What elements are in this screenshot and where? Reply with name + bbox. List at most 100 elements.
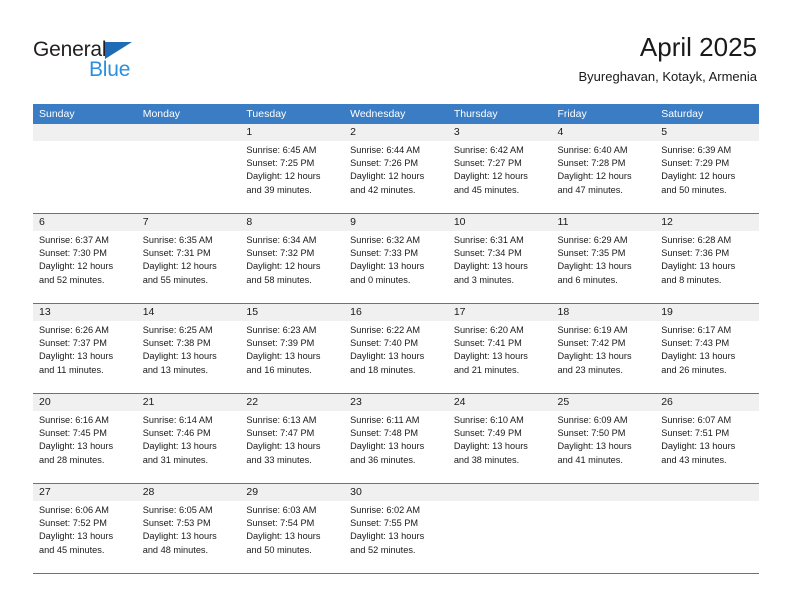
sunrise-text: Sunrise: 6:09 AM: [557, 415, 628, 425]
day-number[interactable]: 22: [240, 394, 344, 411]
day-number[interactable]: 14: [137, 304, 241, 321]
day-cell[interactable]: Sunrise: 6:10 AM Sunset: 7:49 PM Dayligh…: [448, 411, 552, 483]
daylight-text-line1: Daylight: 13 hours: [557, 351, 632, 362]
day-number[interactable]: [552, 484, 656, 501]
sunrise-text: Sunrise: 6:40 AM: [557, 145, 628, 155]
day-cell[interactable]: Sunrise: 6:20 AM Sunset: 7:41 PM Dayligh…: [448, 321, 552, 393]
day-cell[interactable]: Sunrise: 6:11 AM Sunset: 7:48 PM Dayligh…: [344, 411, 448, 483]
day-cell[interactable]: [448, 501, 552, 573]
daylight-text-line2: and 8 minutes.: [661, 274, 722, 285]
day-cell[interactable]: Sunrise: 6:45 AM Sunset: 7:25 PM Dayligh…: [240, 141, 344, 213]
day-number[interactable]: [655, 484, 759, 501]
sunrise-text: Sunrise: 6:02 AM: [350, 505, 421, 515]
sunrise-text: Sunrise: 6:35 AM: [142, 235, 213, 245]
day-cell[interactable]: Sunrise: 6:19 AM Sunset: 7:42 PM Dayligh…: [552, 321, 656, 393]
day-cell[interactable]: Sunrise: 6:35 AM Sunset: 7:31 PM Dayligh…: [137, 231, 241, 303]
general-blue-logo[interactable]: General Blue: [33, 38, 163, 84]
daylight-text-line1: Daylight: 13 hours: [557, 441, 632, 452]
day-number[interactable]: 4: [552, 124, 656, 141]
day-number[interactable]: 20: [33, 394, 137, 411]
day-number[interactable]: 7: [137, 214, 241, 231]
sunset-text: Sunset: 7:49 PM: [453, 428, 522, 439]
day-cell[interactable]: Sunrise: 6:13 AM Sunset: 7:47 PM Dayligh…: [240, 411, 344, 483]
day-cell[interactable]: Sunrise: 6:14 AM Sunset: 7:46 PM Dayligh…: [137, 411, 241, 483]
day-cell[interactable]: Sunrise: 6:16 AM Sunset: 7:45 PM Dayligh…: [33, 411, 137, 483]
day-number[interactable]: 29: [240, 484, 344, 501]
sunrise-text: Sunrise: 6:03 AM: [246, 505, 317, 515]
day-number[interactable]: 25: [552, 394, 656, 411]
day-number[interactable]: 13: [33, 304, 137, 321]
sunset-text: Sunset: 7:54 PM: [246, 518, 315, 529]
day-number[interactable]: 24: [448, 394, 552, 411]
day-cell[interactable]: [137, 141, 241, 213]
week-daynumber-strip: 20 21 22 23 24 25 26: [33, 394, 759, 411]
daylight-text-line1: Daylight: 13 hours: [39, 531, 114, 542]
day-cell[interactable]: Sunrise: 6:34 AM Sunset: 7:32 PM Dayligh…: [240, 231, 344, 303]
sunrise-text: Sunrise: 6:22 AM: [350, 325, 421, 335]
day-number[interactable]: 6: [33, 214, 137, 231]
day-cell[interactable]: [33, 141, 137, 213]
daylight-text-line1: Daylight: 12 hours: [557, 171, 632, 182]
day-number[interactable]: 2: [344, 124, 448, 141]
day-cell[interactable]: Sunrise: 6:37 AM Sunset: 7:30 PM Dayligh…: [33, 231, 137, 303]
day-number[interactable]: 28: [137, 484, 241, 501]
day-cell[interactable]: Sunrise: 6:44 AM Sunset: 7:26 PM Dayligh…: [344, 141, 448, 213]
day-number[interactable]: 15: [240, 304, 344, 321]
day-number[interactable]: 16: [344, 304, 448, 321]
day-number[interactable]: [137, 124, 241, 141]
sunset-text: Sunset: 7:33 PM: [350, 248, 419, 259]
day-number[interactable]: 8: [240, 214, 344, 231]
day-cell[interactable]: Sunrise: 6:07 AM Sunset: 7:51 PM Dayligh…: [655, 411, 759, 483]
day-cell[interactable]: Sunrise: 6:28 AM Sunset: 7:36 PM Dayligh…: [655, 231, 759, 303]
day-cell[interactable]: Sunrise: 6:31 AM Sunset: 7:34 PM Dayligh…: [448, 231, 552, 303]
day-cell[interactable]: Sunrise: 6:03 AM Sunset: 7:54 PM Dayligh…: [240, 501, 344, 573]
day-cell[interactable]: Sunrise: 6:39 AM Sunset: 7:29 PM Dayligh…: [655, 141, 759, 213]
day-cell[interactable]: Sunrise: 6:32 AM Sunset: 7:33 PM Dayligh…: [344, 231, 448, 303]
sunrise-text: Sunrise: 6:29 AM: [557, 235, 628, 245]
day-number[interactable]: 27: [33, 484, 137, 501]
day-number[interactable]: 23: [344, 394, 448, 411]
sunrise-text: Sunrise: 6:20 AM: [453, 325, 524, 335]
day-number[interactable]: 26: [655, 394, 759, 411]
day-number[interactable]: 5: [655, 124, 759, 141]
day-number[interactable]: 21: [137, 394, 241, 411]
day-cell[interactable]: Sunrise: 6:09 AM Sunset: 7:50 PM Dayligh…: [552, 411, 656, 483]
day-number[interactable]: 9: [344, 214, 448, 231]
daylight-text-line1: Daylight: 12 hours: [246, 261, 321, 272]
daylight-text-line1: Daylight: 12 hours: [661, 171, 736, 182]
daylight-text-line2: and 28 minutes.: [39, 454, 105, 465]
day-cell[interactable]: [552, 501, 656, 573]
day-number[interactable]: 10: [448, 214, 552, 231]
week-info-strip: Sunrise: 6:45 AM Sunset: 7:25 PM Dayligh…: [33, 141, 759, 213]
day-number[interactable]: 11: [552, 214, 656, 231]
day-number[interactable]: [448, 484, 552, 501]
day-number[interactable]: 19: [655, 304, 759, 321]
day-number[interactable]: 3: [448, 124, 552, 141]
day-cell[interactable]: Sunrise: 6:05 AM Sunset: 7:53 PM Dayligh…: [137, 501, 241, 573]
day-number[interactable]: 18: [552, 304, 656, 321]
day-cell[interactable]: Sunrise: 6:42 AM Sunset: 7:27 PM Dayligh…: [448, 141, 552, 213]
day-cell[interactable]: [655, 501, 759, 573]
daylight-text-line2: and 45 minutes.: [39, 544, 105, 555]
day-number[interactable]: 30: [344, 484, 448, 501]
daylight-text-line2: and 50 minutes.: [661, 184, 727, 195]
sunrise-text: Sunrise: 6:25 AM: [142, 325, 213, 335]
day-cell[interactable]: Sunrise: 6:23 AM Sunset: 7:39 PM Dayligh…: [240, 321, 344, 393]
day-number[interactable]: [33, 124, 137, 141]
day-number[interactable]: 12: [655, 214, 759, 231]
day-cell[interactable]: Sunrise: 6:25 AM Sunset: 7:38 PM Dayligh…: [137, 321, 241, 393]
sunset-text: Sunset: 7:25 PM: [246, 158, 315, 169]
day-cell[interactable]: Sunrise: 6:29 AM Sunset: 7:35 PM Dayligh…: [552, 231, 656, 303]
day-cell[interactable]: Sunrise: 6:17 AM Sunset: 7:43 PM Dayligh…: [655, 321, 759, 393]
daylight-text-line1: Daylight: 13 hours: [350, 261, 425, 272]
title-block: April 2025 Byureghavan, Kotayk, Armenia: [579, 32, 758, 86]
daylight-text-line1: Daylight: 12 hours: [39, 261, 114, 272]
day-cell[interactable]: Sunrise: 6:06 AM Sunset: 7:52 PM Dayligh…: [33, 501, 137, 573]
day-number[interactable]: 17: [448, 304, 552, 321]
day-cell[interactable]: Sunrise: 6:26 AM Sunset: 7:37 PM Dayligh…: [33, 321, 137, 393]
day-cell[interactable]: Sunrise: 6:02 AM Sunset: 7:55 PM Dayligh…: [344, 501, 448, 573]
day-cell[interactable]: Sunrise: 6:40 AM Sunset: 7:28 PM Dayligh…: [552, 141, 656, 213]
day-cell[interactable]: Sunrise: 6:22 AM Sunset: 7:40 PM Dayligh…: [344, 321, 448, 393]
sunset-text: Sunset: 7:53 PM: [142, 518, 211, 529]
day-number[interactable]: 1: [240, 124, 344, 141]
